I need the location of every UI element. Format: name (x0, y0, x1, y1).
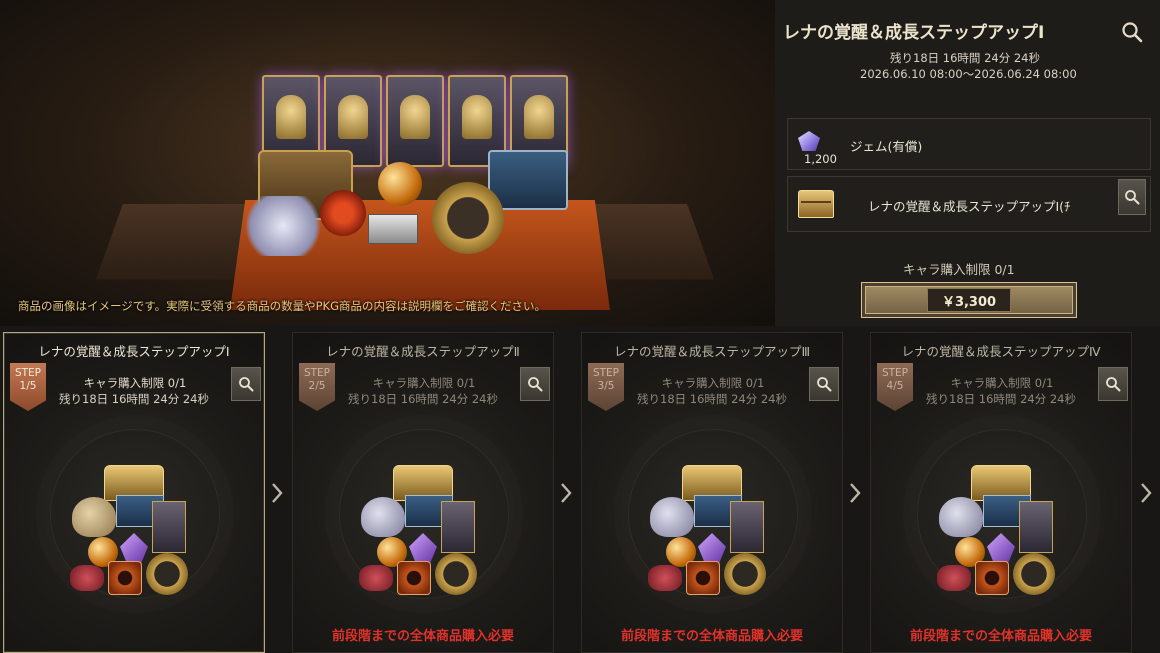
gem-sack-icon (72, 497, 116, 537)
awakening-card-icon (1019, 501, 1053, 553)
meat-icon (937, 565, 971, 591)
hexagram-plate-icon (686, 561, 720, 595)
step-card-4[interactable]: レナの覚醒＆成長ステップアップⅣ STEP 4/5 キャラ購入制限 0/1 残り… (870, 332, 1132, 653)
chevron-right-icon (267, 478, 287, 508)
step-purchase-limit: キャラ購入制限 0/1 (83, 376, 187, 390)
silver-ingot-icon (368, 214, 418, 244)
package-title: レナの覚醒＆成長ステップアップⅠ (783, 23, 1045, 43)
step-badge: STEP 2/5 (299, 363, 335, 411)
step-card-3[interactable]: レナの覚醒＆成長ステップアップⅢ STEP 3/5 キャラ購入制限 0/1 残り… (581, 332, 843, 653)
meat-icon (359, 565, 393, 591)
step-detail-button[interactable] (1098, 367, 1128, 401)
package-item-gem: 1,200 ジェム(有償) (787, 118, 1151, 170)
magnifier-icon (1106, 377, 1121, 392)
emblem-coin-icon (724, 553, 766, 595)
step-title: レナの覚醒＆成長ステップアップⅣ (901, 344, 1101, 359)
step-requirement: 前段階までの全体商品購入必要 (331, 629, 514, 644)
step-badge-label: STEP (881, 367, 909, 379)
magnifier-icon (817, 377, 832, 392)
gem-sack-icon (650, 497, 694, 537)
step-badge-number: 3/5 (597, 380, 615, 392)
treasure-chest-icon (798, 190, 834, 218)
meat-icon (648, 565, 682, 591)
purchase-limit: キャラ購入制限 0/1 (903, 262, 1015, 277)
item-detail-button[interactable] (1118, 179, 1146, 215)
step-detail-button[interactable] (231, 367, 261, 401)
magnifier-icon (528, 377, 543, 392)
step-title: レナの覚醒＆成長ステップアップⅠ (38, 344, 230, 359)
step-purchase-limit: キャラ購入制限 0/1 (661, 376, 765, 390)
step-card-1[interactable]: レナの覚醒＆成長ステップアップⅠ STEP 1/5 キャラ購入制限 0/1 残り… (3, 332, 265, 653)
step-list: レナの覚醒＆成長ステップアップⅠ STEP 1/5 キャラ購入制限 0/1 残り… (0, 326, 1160, 653)
step-badge-number: 2/5 (308, 380, 326, 392)
step-badge: STEP 4/5 (877, 363, 913, 411)
step-title: レナの覚醒＆成長ステップアップⅡ (326, 344, 520, 359)
next-page-arrow[interactable] (1136, 478, 1156, 508)
golden-orb-icon (378, 162, 422, 206)
package-image: 商品の画像はイメージです。実際に受領する商品の数量やPKG商品の内容は説明欄をご… (0, 0, 775, 326)
step-badge-label: STEP (14, 367, 42, 379)
chevron-right-icon (556, 478, 576, 508)
item-name: レナの覚醒＆成長ステップアップⅠ(ﾁ (868, 199, 1071, 214)
step-remaining-time: 残り18日 16時間 24分 24秒 (348, 392, 498, 406)
hexagram-plate-icon (397, 561, 431, 595)
step-requirement: 前段階までの全体商品購入必要 (909, 629, 1092, 644)
item-count: 1,200 (804, 152, 837, 166)
step-badge-label: STEP (303, 367, 331, 379)
image-disclaimer: 商品の画像はイメージです。実際に受領する商品の数量やPKG商品の内容は説明欄をご… (18, 299, 547, 313)
chevron-right-icon (845, 478, 865, 508)
hexagram-plate-icon (108, 561, 142, 595)
price-label: ￥3,300 (927, 288, 1011, 312)
gem-sack-icon (361, 497, 405, 537)
step-remaining-time: 残り18日 16時間 24分 24秒 (59, 392, 209, 406)
step-purchase-limit: キャラ購入制限 0/1 (950, 376, 1054, 390)
hexagram-plate-icon (320, 190, 366, 236)
bundle-image (64, 461, 204, 601)
step-card-2[interactable]: レナの覚醒＆成長ステップアップⅡ STEP 2/5 キャラ購入制限 0/1 残り… (292, 332, 554, 653)
gem-pile-icon (238, 196, 328, 256)
awakening-card-icon (152, 501, 186, 553)
awakening-card-icon (730, 501, 764, 553)
bundle-image (353, 461, 493, 601)
step-badge-number: 4/5 (886, 380, 904, 392)
step-badge: STEP 3/5 (588, 363, 624, 411)
step-badge-label: STEP (592, 367, 620, 379)
buy-button[interactable]: ￥3,300 (861, 282, 1077, 318)
step-detail-button[interactable] (520, 367, 550, 401)
step-badge: STEP 1/5 (10, 363, 46, 411)
awakening-card-icon (386, 75, 444, 167)
package-search-button[interactable] (1120, 20, 1144, 44)
step-badge-number: 1/5 (19, 380, 37, 392)
package-item-chest: レナの覚醒＆成長ステップアップⅠ(ﾁ (787, 176, 1151, 232)
emblem-coin-icon (1013, 553, 1055, 595)
gem-sack-icon (939, 497, 983, 537)
step-purchase-limit: キャラ購入制限 0/1 (372, 376, 476, 390)
emblem-coin-icon (146, 553, 188, 595)
hexagram-plate-icon (975, 561, 1009, 595)
magnifier-icon (239, 377, 254, 392)
bundle-image (642, 461, 782, 601)
emblem-coin-icon (435, 553, 477, 595)
meat-icon (70, 565, 104, 591)
step-remaining-time: 残り18日 16時間 24分 24秒 (926, 392, 1076, 406)
step-detail-button[interactable] (809, 367, 839, 401)
step-title: レナの覚醒＆成長ステップアップⅢ (613, 344, 811, 359)
gem-icon (798, 131, 820, 151)
magnifier-icon (1122, 22, 1143, 43)
package-detail-panel: レナの覚醒＆成長ステップアップⅠ 残り18日 16時間 24分 24秒 2026… (775, 0, 1160, 326)
remaining-time: 残り18日 16時間 24分 24秒 (890, 51, 1040, 65)
package-banner: 商品の画像はイメージです。実際に受領する商品の数量やPKG商品の内容は説明欄をご… (0, 0, 1160, 326)
item-name: ジェム(有償) (850, 139, 923, 154)
emblem-coin-icon (432, 182, 504, 254)
magnifier-icon (1125, 190, 1140, 205)
step-requirement: 前段階までの全体商品購入必要 (620, 629, 803, 644)
step-remaining-time: 残り18日 16時間 24分 24秒 (637, 392, 787, 406)
bundle-image (931, 461, 1071, 601)
awakening-card-icon (441, 501, 475, 553)
sale-period: 2026.06.10 08:00～2026.06.24 08:00 (860, 67, 1077, 81)
